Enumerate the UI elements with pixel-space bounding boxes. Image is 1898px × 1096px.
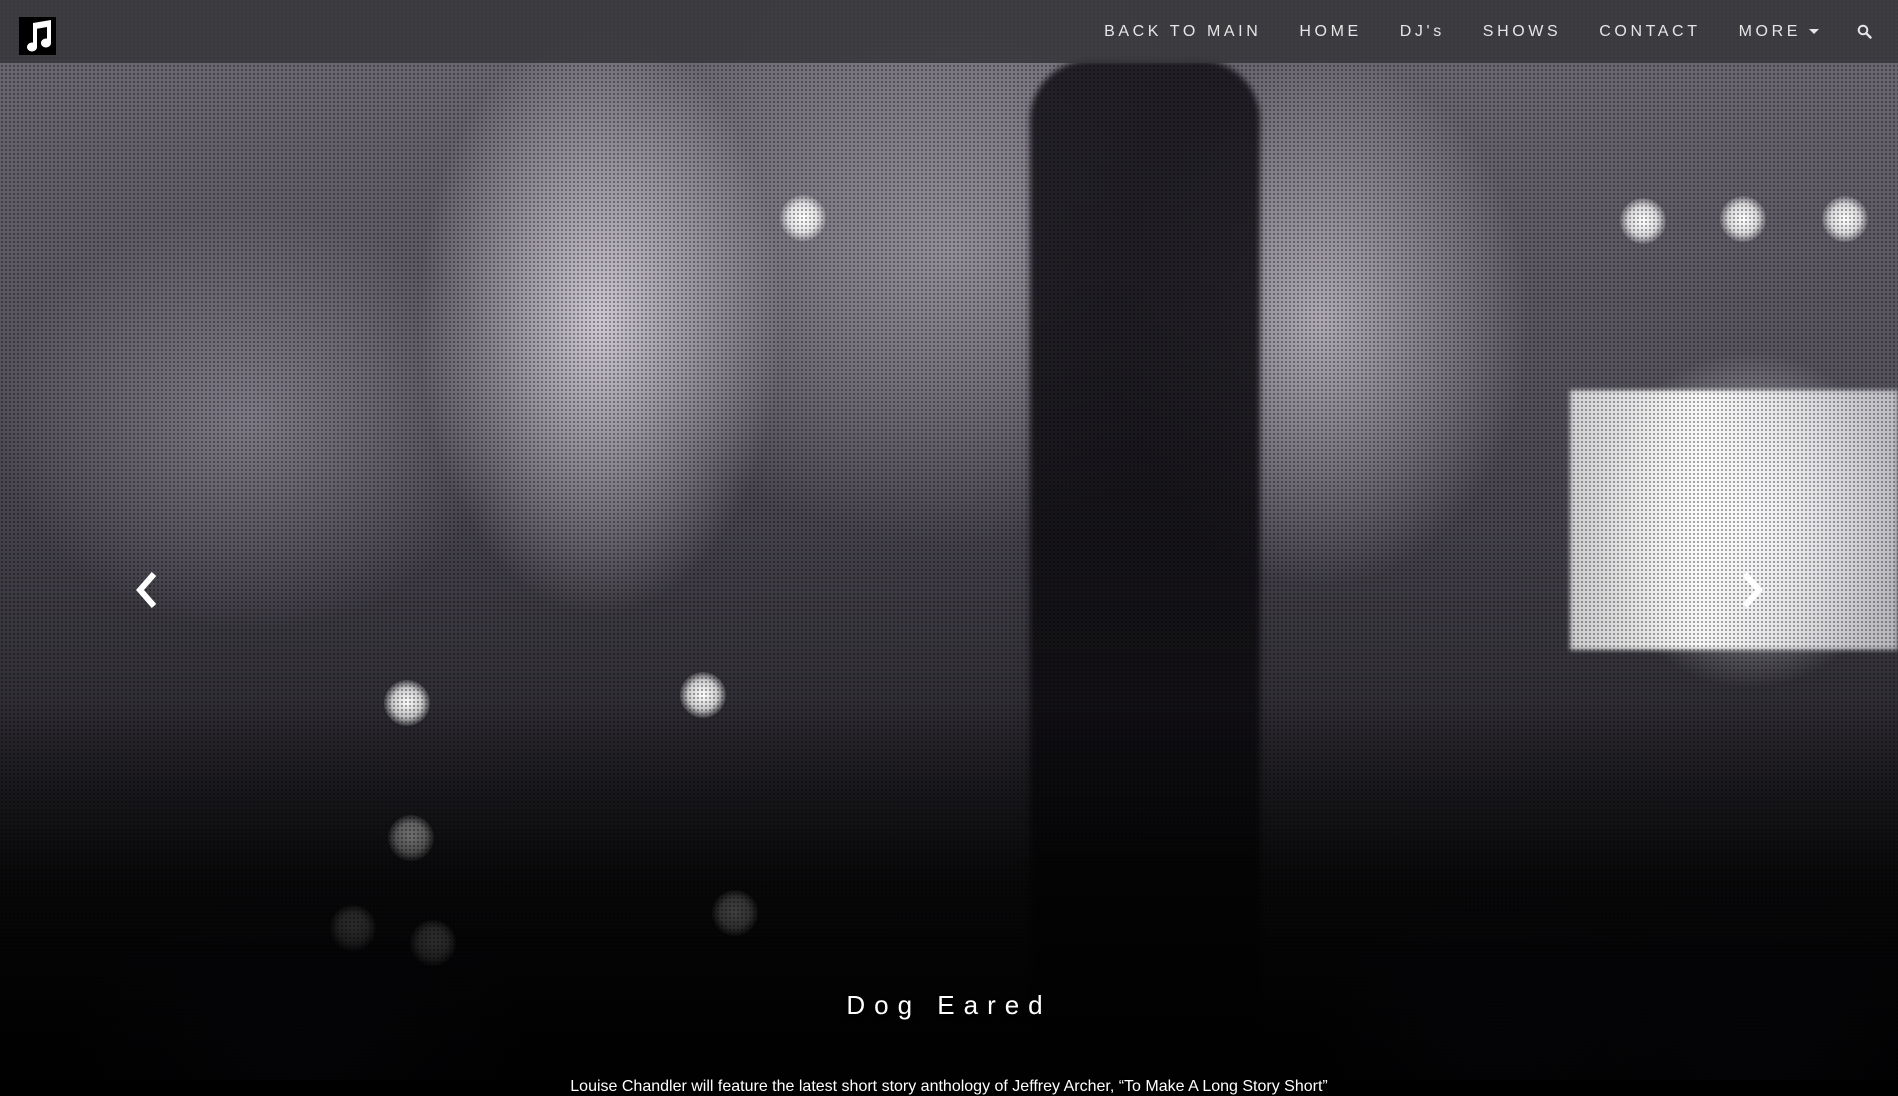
nav-label: MORE — [1738, 22, 1801, 40]
carousel-prev-button[interactable] — [127, 565, 167, 615]
carousel-caption: Dog Eared Louise Chandler will feature t… — [0, 990, 1898, 1095]
nav-label: HOME — [1299, 22, 1362, 40]
hero-carousel — [0, 0, 1898, 1080]
music-note-icon — [26, 20, 51, 52]
chevron-left-icon — [136, 572, 157, 608]
nav-djs[interactable]: DJ's — [1400, 23, 1445, 41]
hero-crowd-shadow — [0, 700, 1898, 1080]
search-button[interactable] — [1857, 24, 1872, 39]
stage-light — [780, 195, 826, 241]
stage-light — [1720, 196, 1766, 242]
slide-description: Louise Chandler will feature the latest … — [570, 1078, 1328, 1095]
chevron-right-icon — [1742, 572, 1763, 608]
nav-home[interactable]: HOME — [1299, 23, 1361, 41]
nav-label: SHOWS — [1482, 22, 1562, 40]
nav-label: CONTACT — [1599, 22, 1701, 40]
stage-light — [1620, 198, 1666, 244]
nav-label: BACK TO MAIN — [1104, 22, 1262, 40]
top-navbar: BACK TO MAIN HOME DJ's SHOWS CONTACT MOR… — [0, 0, 1898, 63]
nav-menu: BACK TO MAIN HOME DJ's SHOWS CONTACT MOR… — [1104, 0, 1872, 63]
stage-light — [1822, 196, 1868, 242]
nav-shows[interactable]: SHOWS — [1483, 23, 1561, 41]
nav-more-dropdown[interactable]: MORE — [1739, 23, 1819, 41]
carousel-next-button[interactable] — [1732, 565, 1772, 615]
nav-contact[interactable]: CONTACT — [1599, 23, 1700, 41]
slide-title: Dog Eared — [846, 990, 1052, 1020]
nav-back-to-main[interactable]: BACK TO MAIN — [1104, 23, 1261, 41]
site-logo[interactable] — [19, 17, 56, 55]
nav-label: DJ's — [1399, 22, 1445, 40]
caret-down-icon — [1809, 29, 1819, 34]
search-icon — [1857, 24, 1872, 39]
